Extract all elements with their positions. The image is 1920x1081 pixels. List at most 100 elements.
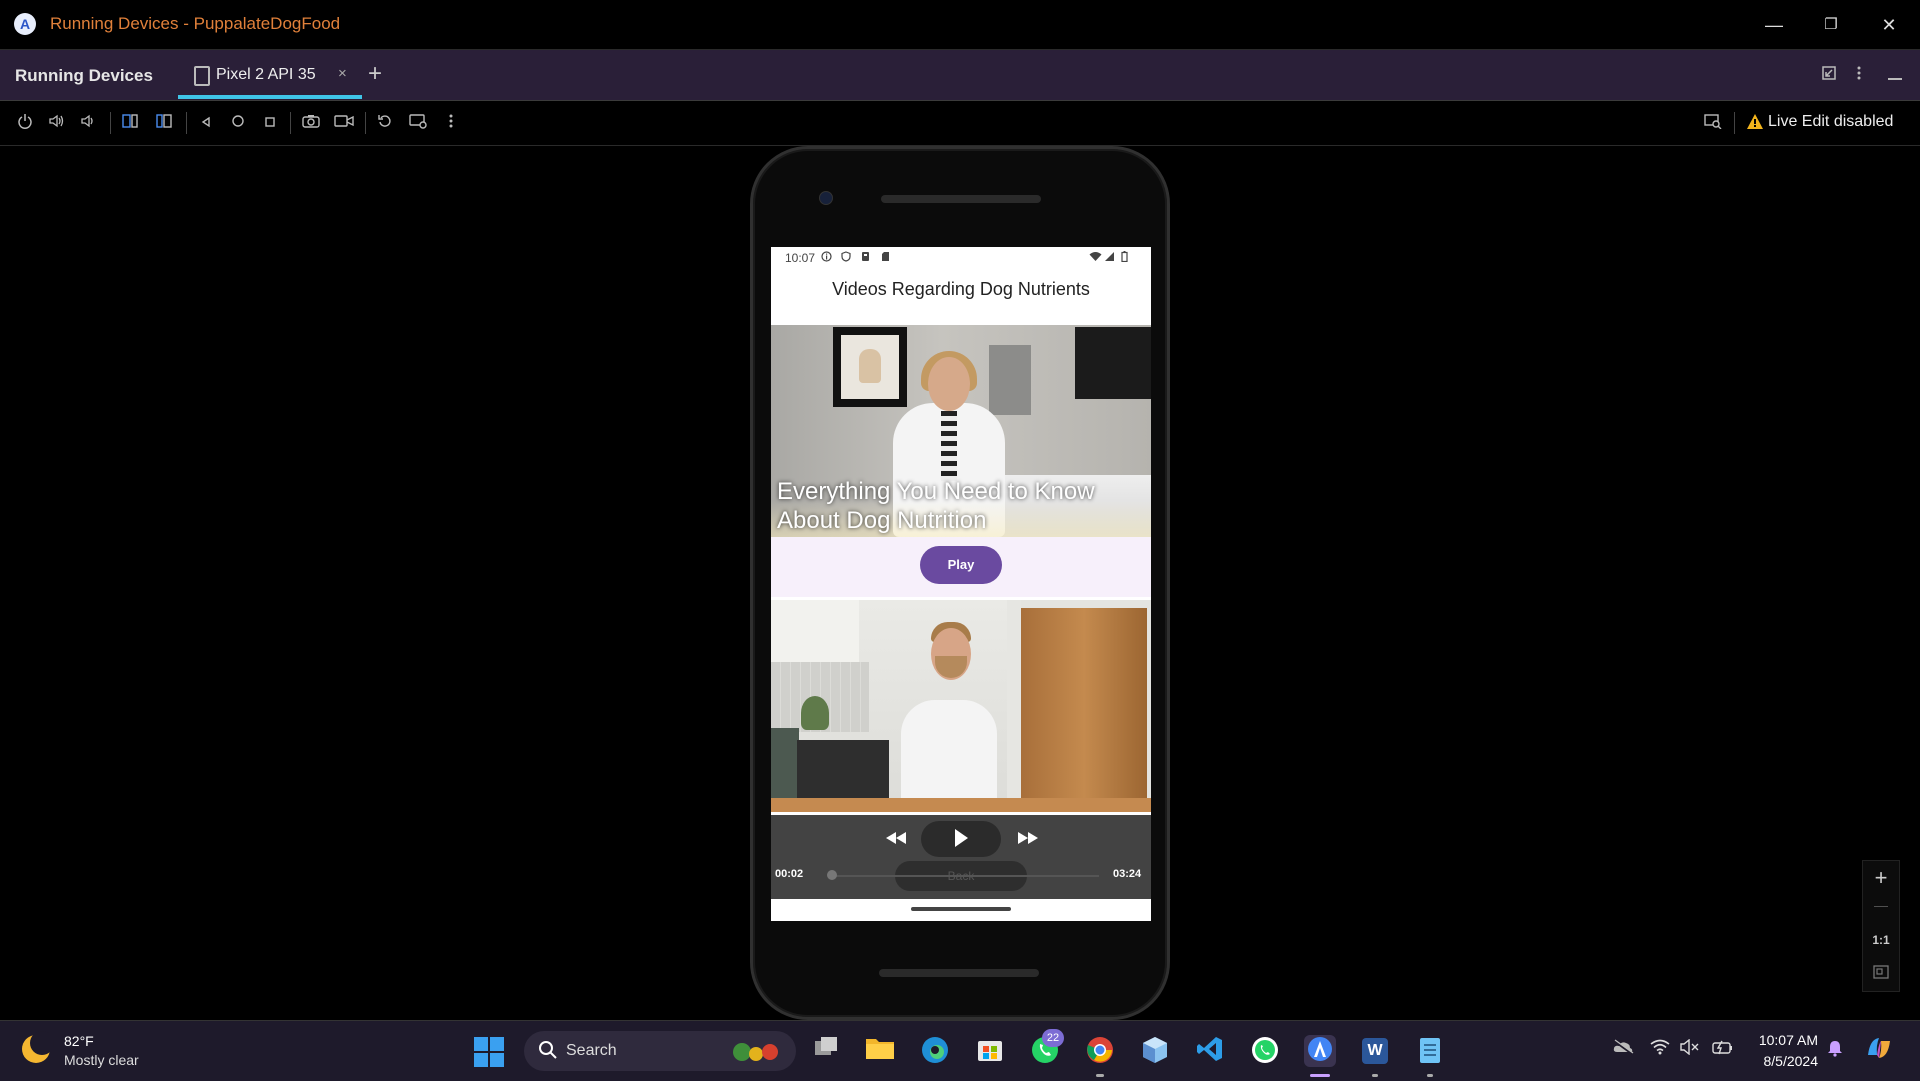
play-icon xyxy=(953,828,969,854)
onedrive-offline-icon[interactable] xyxy=(1612,1039,1634,1059)
device-settings-icon[interactable] xyxy=(407,113,429,135)
gesture-navigation-bar[interactable] xyxy=(911,907,1011,911)
overview-icon[interactable] xyxy=(259,113,281,135)
file-explorer-icon[interactable] xyxy=(864,1035,896,1067)
search-icon xyxy=(538,1040,558,1065)
clock-date[interactable]: 8/5/2024 xyxy=(1752,1053,1819,1069)
screenshot-camera-icon[interactable] xyxy=(300,113,322,135)
screen-record-icon[interactable] xyxy=(333,113,355,135)
taskbar-search-box[interactable]: Search xyxy=(524,1031,796,1071)
play-button[interactable]: Play xyxy=(920,546,1002,584)
play-pause-button[interactable] xyxy=(921,821,1001,857)
vscode-icon[interactable] xyxy=(1194,1035,1226,1067)
rewind-icon[interactable] xyxy=(885,829,907,850)
power-icon[interactable] xyxy=(14,113,36,135)
whatsapp-secondary-icon[interactable] xyxy=(1249,1035,1281,1067)
current-time: 00:02 xyxy=(775,868,804,880)
signal-icon xyxy=(1104,251,1115,265)
actual-size-button[interactable]: 1:1 xyxy=(1863,933,1899,947)
battery-charging-icon[interactable] xyxy=(1712,1039,1734,1059)
copilot-icon[interactable] xyxy=(1864,1033,1894,1067)
presenter-face xyxy=(928,357,970,411)
device-icon xyxy=(194,66,210,86)
clock-time[interactable]: 10:07 AM xyxy=(1752,1032,1818,1048)
restore-window-button[interactable]: ❐ xyxy=(1808,10,1854,40)
android-studio-icon[interactable] xyxy=(1304,1035,1336,1067)
more-options-icon[interactable] xyxy=(1848,64,1870,86)
virtualbox-icon[interactable] xyxy=(1139,1035,1171,1067)
device-screen[interactable]: 10:07 Videos Regarding Dog Nutrients Eve… xyxy=(771,247,1151,921)
tool-window-tab-bar: Running Devices Pixel 2 API 35 × + xyxy=(0,50,1920,101)
notepad-icon[interactable] xyxy=(1414,1035,1446,1067)
android-status-bar: 10:07 xyxy=(771,247,1151,269)
volume-up-icon[interactable] xyxy=(46,113,68,135)
front-camera xyxy=(819,191,833,205)
notification-bell-icon[interactable] xyxy=(1826,1039,1844,1061)
toolbar-separator xyxy=(1734,112,1735,134)
back-icon[interactable] xyxy=(195,113,217,135)
start-logo-tile xyxy=(474,1037,488,1051)
start-logo-tile xyxy=(474,1053,488,1067)
wooden-door xyxy=(1021,608,1147,804)
seek-thumb[interactable] xyxy=(826,870,837,880)
task-view-icon[interactable] xyxy=(810,1035,842,1067)
sd-card-icon xyxy=(881,251,890,265)
video-player-kitchen[interactable] xyxy=(771,600,1151,812)
info-icon xyxy=(821,251,832,265)
shield-icon xyxy=(841,251,851,265)
minimize-window-button[interactable]: — xyxy=(1751,10,1797,40)
hide-panel-icon[interactable] xyxy=(1884,64,1906,86)
toolbar-separator xyxy=(365,112,366,134)
upper-cabinet xyxy=(771,600,859,662)
battery-icon xyxy=(1121,251,1128,265)
play-button-area: Play xyxy=(771,537,1151,597)
top-speaker xyxy=(881,195,1041,203)
app-title: Videos Regarding Dog Nutrients xyxy=(832,279,1090,299)
toolbar-separator xyxy=(186,112,187,134)
weather-moon-shadow xyxy=(30,1031,54,1055)
notepad-running-indicator xyxy=(1427,1074,1433,1077)
total-time: 03:24 xyxy=(1113,868,1142,880)
start-logo-tile xyxy=(490,1053,504,1067)
add-device-tab-button[interactable]: + xyxy=(368,60,382,88)
close-tab-icon[interactable]: × xyxy=(338,65,347,82)
word-glyph: W xyxy=(1362,1038,1388,1064)
volume-down-icon[interactable] xyxy=(77,113,99,135)
rotate-left-icon[interactable] xyxy=(119,113,141,135)
windows-start-icon[interactable] xyxy=(474,1037,504,1067)
tab-label: Pixel 2 API 35 xyxy=(216,66,316,83)
device-toolbar: Live Edit disabled xyxy=(0,101,1920,146)
microsoft-store-icon[interactable] xyxy=(974,1035,1006,1067)
word-icon[interactable]: W xyxy=(1359,1035,1391,1067)
window-options-icon[interactable] xyxy=(1818,64,1840,86)
window-title-bar: A Running Devices - PuppalateDogFood — ❐… xyxy=(0,0,1920,50)
tab-pixel-2-api-35[interactable]: Pixel 2 API 35 × xyxy=(178,50,362,100)
edge-browser-icon[interactable] xyxy=(919,1035,951,1067)
close-window-button[interactable]: ✕ xyxy=(1866,10,1912,40)
toolbar-separator xyxy=(290,112,291,134)
windows-taskbar: 82°F Mostly clear Search 22 W 10:07 AM 8… xyxy=(0,1020,1920,1081)
fast-forward-icon[interactable] xyxy=(1017,829,1039,850)
video-thumbnail-dog-nutrition[interactable]: Everything You Need to Know About Dog Nu… xyxy=(771,325,1151,537)
android-studio-logo-icon: A xyxy=(14,13,36,35)
reset-icon[interactable] xyxy=(374,113,396,135)
live-edit-status[interactable]: Live Edit disabled xyxy=(1768,113,1893,131)
dog-figure xyxy=(859,349,881,383)
more-actions-icon[interactable] xyxy=(440,113,462,135)
wifi-icon[interactable] xyxy=(1650,1039,1670,1059)
fit-screen-icon[interactable] xyxy=(1863,965,1899,984)
zoom-in-button[interactable]: + xyxy=(1863,865,1899,891)
chrome-icon[interactable] xyxy=(1084,1035,1116,1067)
volume-muted-icon[interactable] xyxy=(1680,1038,1700,1059)
weather-temperature[interactable]: 82°F xyxy=(64,1033,94,1049)
potted-plant xyxy=(801,696,829,730)
seek-bar[interactable] xyxy=(826,870,1099,880)
home-icon[interactable] xyxy=(227,113,249,135)
wifi-icon xyxy=(1089,251,1102,265)
zoom-out-button[interactable]: — xyxy=(1863,897,1899,913)
weather-description[interactable]: Mostly clear xyxy=(64,1052,139,1068)
warning-icon xyxy=(1746,113,1764,131)
layout-inspector-icon[interactable] xyxy=(1702,113,1724,135)
pixel-2-device-frame: 10:07 Videos Regarding Dog Nutrients Eve… xyxy=(750,146,1170,1020)
rotate-right-icon[interactable] xyxy=(153,113,175,135)
